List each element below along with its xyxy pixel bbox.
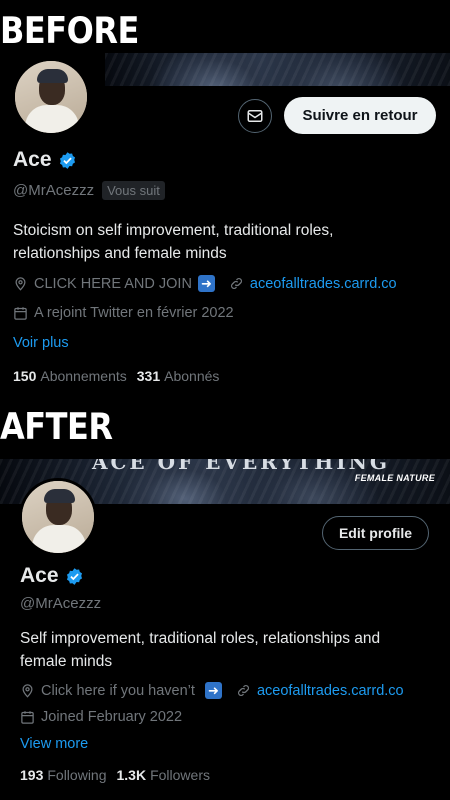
before-location-text: CLICK HERE AND JOIN <box>34 275 192 292</box>
before-followers-stat[interactable]: 331 Abonnés <box>137 368 220 384</box>
calendar-icon <box>21 710 34 724</box>
after-following-count: 193 <box>20 767 44 783</box>
after-banner-caption: ACE OF EVERYTHING <box>92 459 391 474</box>
location-icon <box>22 684 33 698</box>
verified-badge-icon <box>66 567 82 585</box>
after-bio: Self improvement, traditional roles, rel… <box>20 630 381 670</box>
arrow-right-emoji-icon: ➜ <box>204 682 222 699</box>
before-following-count: 150 <box>13 368 37 384</box>
after-website-link[interactable]: aceofalltrades.carrd.co <box>257 683 404 699</box>
before-followers-count: 331 <box>136 368 161 384</box>
before-website-link[interactable]: aceofalltrades.carrd.co <box>250 276 397 292</box>
after-edit-profile-button[interactable]: Edit profile <box>322 516 429 550</box>
after-followers-stat[interactable]: 1.3K Followers <box>117 767 210 783</box>
before-profile-name: Ace <box>13 148 77 172</box>
after-followers-count: 1.3K <box>116 767 147 783</box>
before-following-label: Abonnements <box>40 368 127 384</box>
calendar-icon <box>14 306 27 320</box>
before-following-stat[interactable]: 150 Abonnements <box>13 368 127 384</box>
after-following-stat[interactable]: 193 Following <box>20 767 107 783</box>
before-name-text: Ace <box>13 148 52 171</box>
before-see-more-link[interactable]: Voir plus <box>13 335 69 351</box>
after-profile-name: Ace <box>20 564 84 588</box>
after-handle: @MrAcezzz <box>20 595 102 612</box>
before-bio: Stoicism on self improvement, traditiona… <box>13 222 334 262</box>
after-followers-label: Followers <box>150 767 210 783</box>
before-message-button[interactable] <box>238 99 272 133</box>
before-joined-date: A rejoint Twitter en février 2022 <box>34 305 234 321</box>
before-handle: @MrAcezzz <box>13 182 95 199</box>
before-followers-label: Abonnés <box>164 368 220 384</box>
before-follows-you-badge: Vous suit <box>102 181 165 200</box>
before-section-title: BEFORE <box>0 8 139 53</box>
after-avatar[interactable] <box>19 478 97 556</box>
after-following-label: Following <box>47 767 107 783</box>
arrow-right-emoji-icon: ➜ <box>197 275 215 292</box>
before-follow-back-button[interactable]: Suivre en retour <box>284 97 436 134</box>
link-icon <box>230 278 242 289</box>
mail-icon <box>247 110 263 122</box>
after-banner-tag: FEMALE NATURE <box>354 473 435 483</box>
before-avatar[interactable] <box>12 58 90 136</box>
after-joined-date: Joined February 2022 <box>41 709 183 725</box>
link-icon <box>237 685 249 696</box>
before-profile-banner <box>105 53 450 86</box>
after-section-title: AFTER <box>0 404 113 449</box>
verified-badge-icon <box>59 151 75 169</box>
location-icon <box>15 277 26 291</box>
after-see-more-link[interactable]: View more <box>20 736 88 752</box>
after-name-text: Ace <box>20 564 59 587</box>
after-location-text: Click here if you haven’t <box>41 682 195 699</box>
